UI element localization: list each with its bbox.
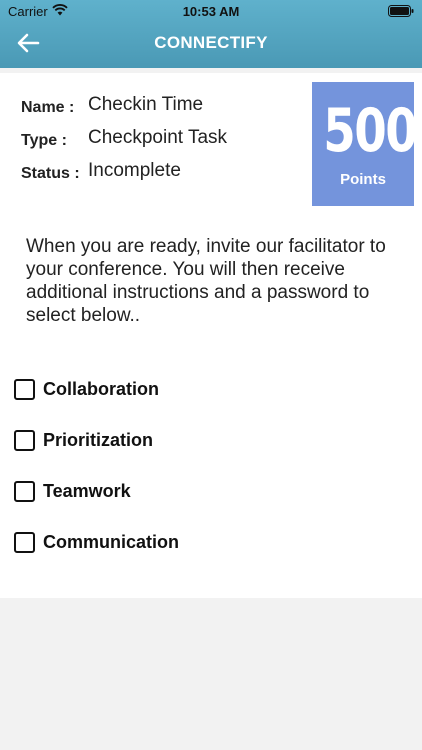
checkbox[interactable]	[14, 379, 35, 400]
app-header: Carrier 10:53 AM CONNECTIFY	[0, 0, 422, 68]
page-title: CONNECTIFY	[154, 33, 268, 52]
option-label: Teamwork	[43, 481, 131, 501]
checkbox[interactable]	[14, 532, 35, 553]
points-value: 500	[323, 96, 418, 166]
option-communication[interactable]: Communication	[14, 531, 314, 555]
status-value: Incomplete	[88, 160, 181, 181]
name-value: Checkin Time	[88, 94, 204, 115]
checkbox[interactable]	[14, 481, 35, 502]
status-label: Status :	[21, 165, 80, 182]
option-label: Prioritization	[43, 430, 154, 450]
status-bar: Carrier 10:53 AM	[0, 0, 422, 22]
type-label: Type :	[21, 132, 67, 149]
checkbox[interactable]	[14, 430, 35, 451]
option-label: Communication	[43, 532, 180, 552]
task-status-row: Status : Incomplete	[21, 160, 181, 184]
task-type-row: Type : Checkpoint Task	[21, 127, 227, 151]
points-badge: 500 Points	[312, 82, 418, 206]
option-label: Collaboration	[43, 379, 159, 399]
option-prioritization[interactable]: Prioritization	[14, 429, 314, 453]
navigation-bar: CONNECTIFY	[0, 22, 422, 64]
points-label: Points	[340, 171, 386, 188]
type-value: Checkpoint Task	[88, 127, 228, 148]
option-collaboration[interactable]: Collaboration	[14, 378, 314, 402]
option-teamwork[interactable]: Teamwork	[14, 480, 314, 504]
name-label: Name :	[21, 99, 75, 116]
task-name-row: Name : Checkin Time	[21, 94, 203, 118]
status-time: 10:53 AM	[182, 4, 240, 19]
instructions-text: When you are ready, invite our facilitat…	[26, 236, 386, 326]
battery-icon	[388, 5, 414, 17]
